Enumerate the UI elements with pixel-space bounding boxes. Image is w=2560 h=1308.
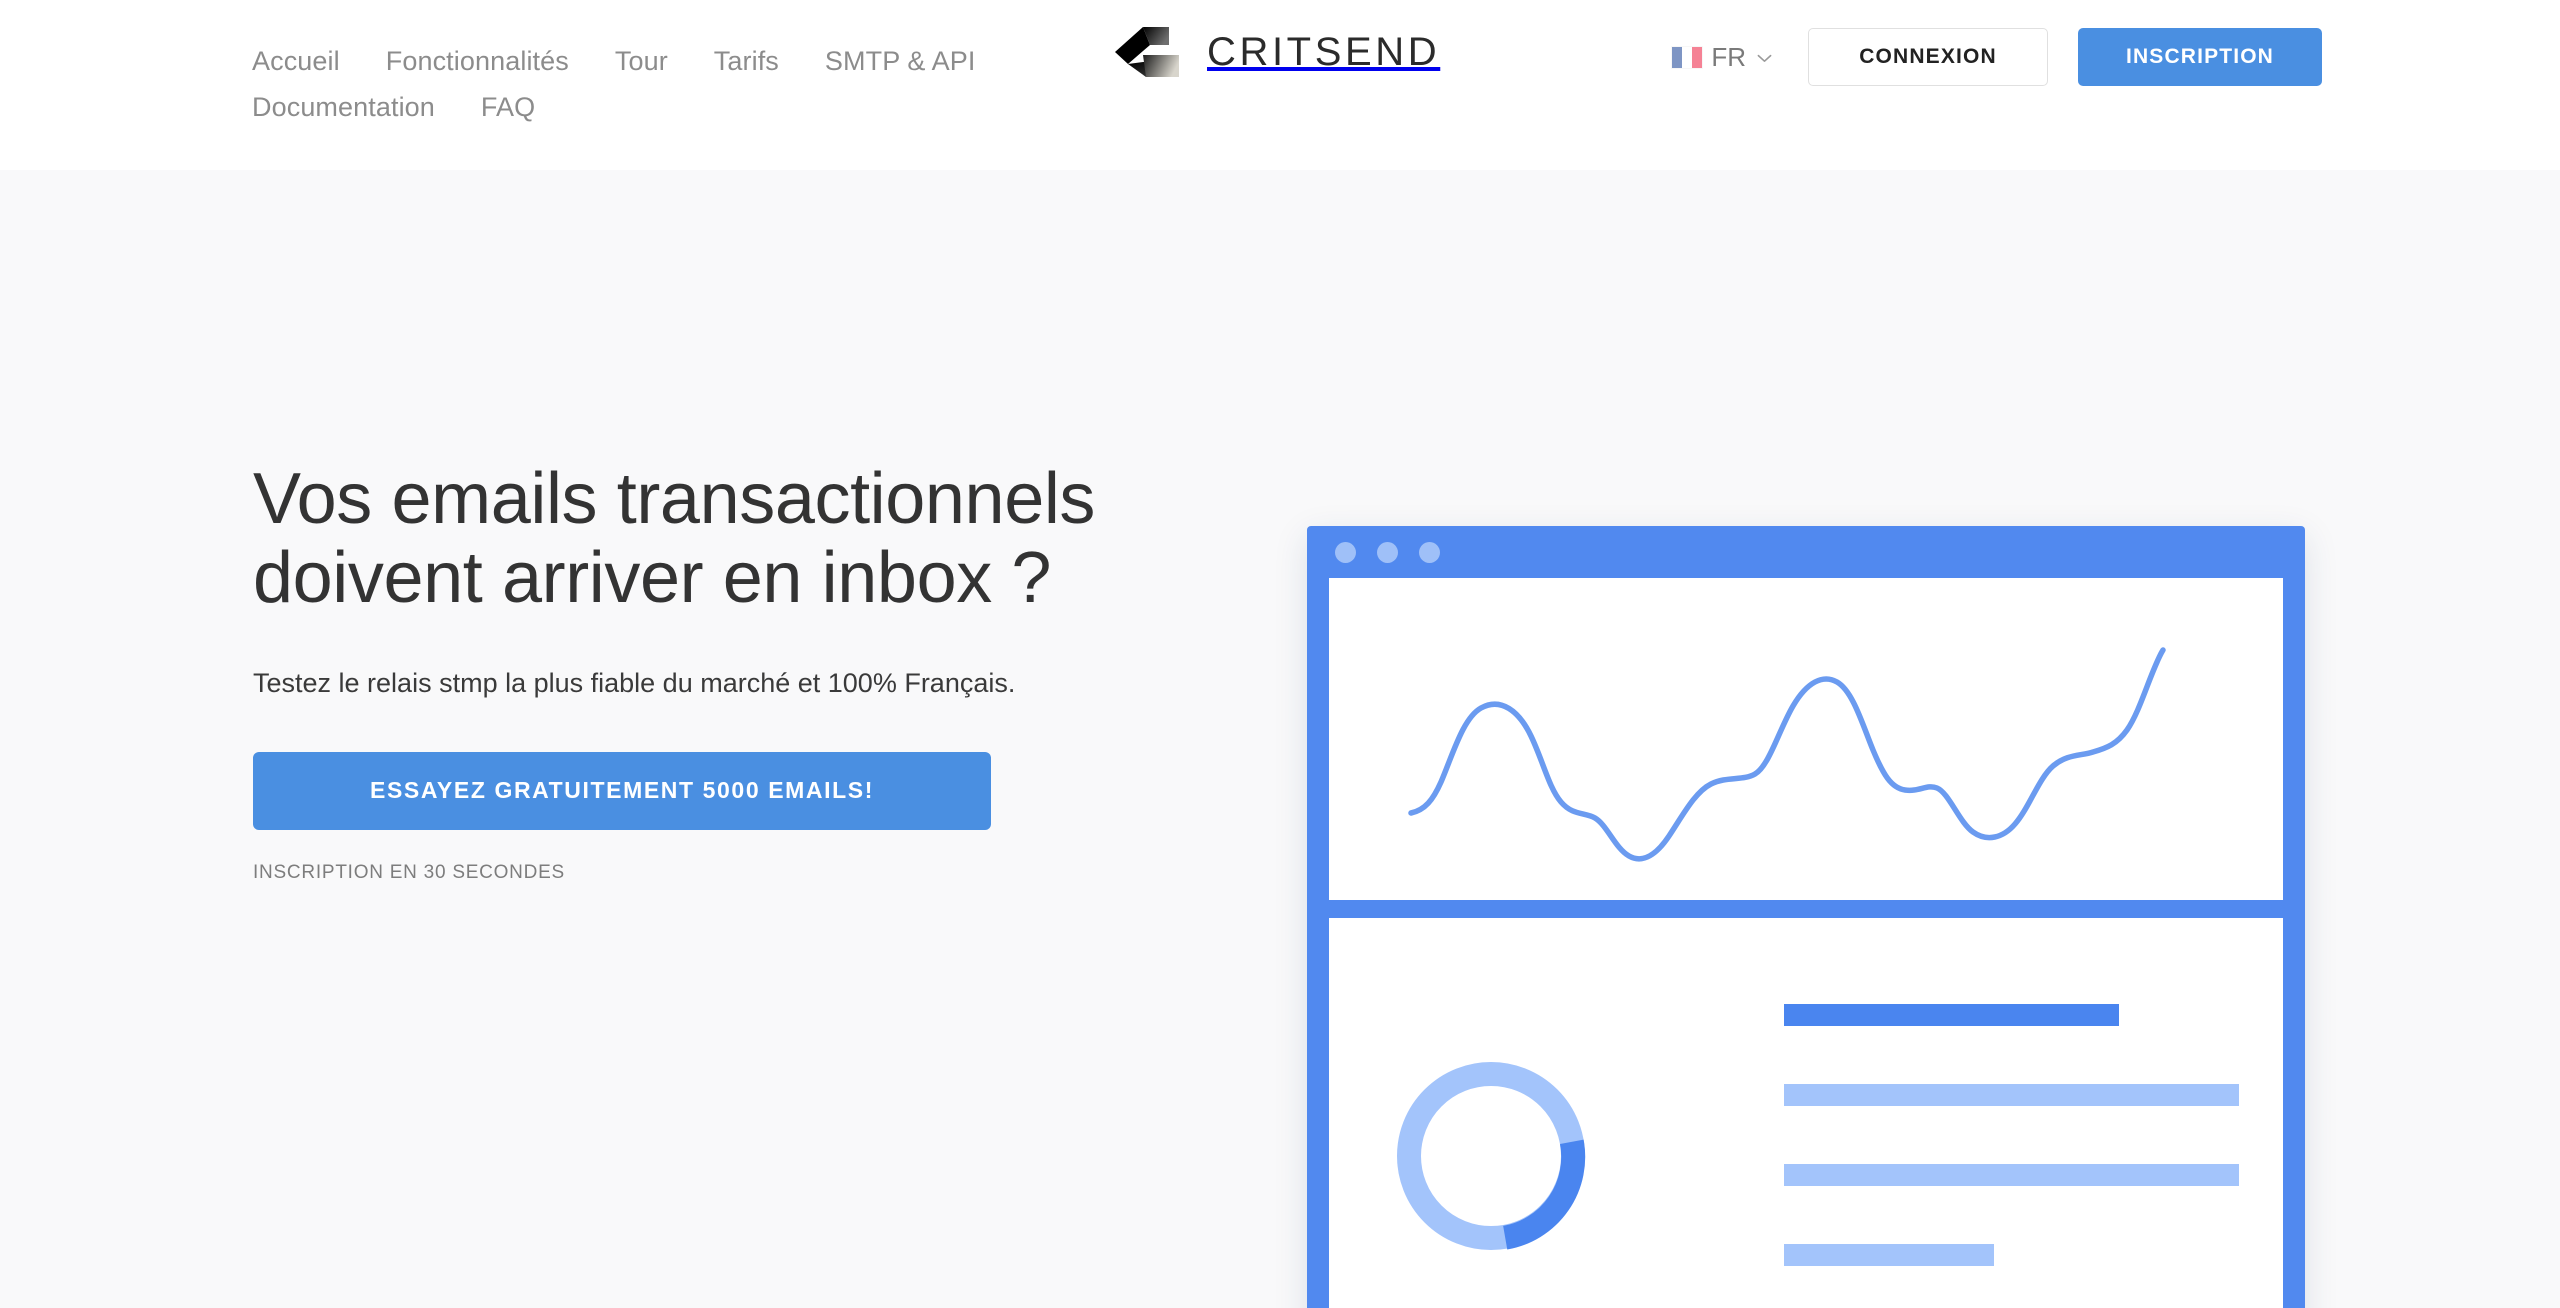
line-chart [1408, 647, 2166, 862]
language-code: FR [1711, 42, 1746, 72]
nav-link-smtp-api[interactable]: SMTP & API [825, 38, 976, 84]
nav-link-faq[interactable]: FAQ [481, 84, 535, 130]
window-dot-3 [1419, 541, 1440, 563]
mockup-line-chart-panel [1329, 578, 2283, 900]
hero-subtitle: Testez le relais stmp la plus fiable du … [253, 668, 1016, 699]
window-dot-1 [1335, 541, 1356, 563]
nav-link-documentation[interactable]: Documentation [252, 84, 435, 130]
flag-fr-icon [1672, 46, 1703, 68]
nav-link-tour[interactable]: Tour [615, 38, 668, 84]
header-actions: FR CONNEXION INSCRIPTION [1672, 28, 2322, 86]
nav-link-accueil[interactable]: Accueil [252, 38, 340, 84]
cta-note: INSCRIPTION EN 30 SECONDES [253, 861, 565, 883]
chevron-down-icon [1757, 54, 1772, 62]
mockup-titlebar [1307, 526, 2305, 578]
dashboard-mockup [1307, 526, 2305, 1308]
login-button[interactable]: CONNEXION [1808, 28, 2048, 86]
brand-logo-link[interactable]: CRITSEND [1113, 26, 1440, 78]
nav-link-tarifs[interactable]: Tarifs [714, 38, 779, 84]
main-navigation: Accueil Fonctionnalités Tour Tarifs SMTP… [252, 38, 1012, 130]
brand-name: CRITSEND [1207, 30, 1441, 74]
bar-row-2 [1784, 1084, 2239, 1106]
critsend-logo-icon [1115, 27, 1179, 77]
bar-row-1 [1784, 1004, 2119, 1026]
nav-link-fonctionnalites[interactable]: Fonctionnalités [386, 38, 569, 84]
donut-chart [1397, 1062, 1586, 1250]
hero-copy: Vos emails transactionnels doivent arriv… [253, 459, 1113, 884]
mockup-stats-panel [1329, 918, 2283, 1308]
bar-list [1784, 1004, 2239, 1266]
language-switcher[interactable]: FR [1672, 44, 1772, 70]
header-inner: Accueil Fonctionnalités Tour Tarifs SMTP… [0, 0, 2560, 170]
window-dot-2 [1377, 541, 1398, 563]
stats-graphics [1397, 1004, 2239, 1266]
hero-section: Vos emails transactionnels doivent arriv… [0, 170, 2560, 1308]
bar-row-3 [1784, 1164, 2239, 1186]
signup-button[interactable]: INSCRIPTION [2078, 28, 2322, 86]
cta-try-free-button[interactable]: ESSAYEZ GRATUITEMENT 5000 EMAILS! [253, 751, 991, 830]
page-title: Vos emails transactionnels doivent arriv… [253, 459, 1096, 619]
site-header: Accueil Fonctionnalités Tour Tarifs SMTP… [0, 0, 2560, 170]
bar-row-4 [1784, 1244, 1994, 1266]
